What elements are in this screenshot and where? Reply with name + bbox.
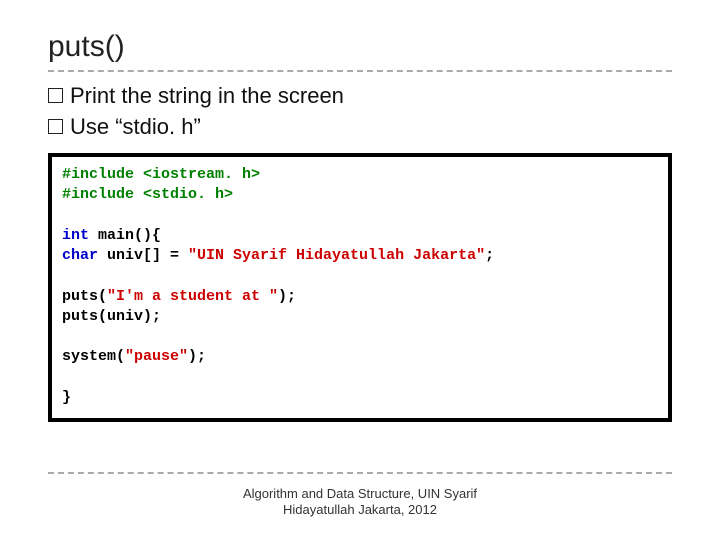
footer: Algorithm and Data Structure, UIN Syarif… [0,486,720,519]
bullet-list: Print the string in the screen Use “stdi… [48,82,672,141]
code-preproc: #include [62,166,143,183]
title-divider [48,70,672,72]
slide-title: puts() [48,30,672,64]
footer-divider [48,472,672,474]
code-text: univ[] = [98,247,188,264]
code-text: main(){ [89,227,161,244]
code-keyword: char [62,247,98,264]
code-blank-line [62,368,658,388]
code-line: } [62,388,658,408]
code-keyword: int [62,227,89,244]
code-line: puts("I'm a student at "); [62,287,658,307]
code-line: puts(univ); [62,307,658,327]
bullet-item: Print the string in the screen [48,82,672,111]
code-line: #include <iostream. h> [62,165,658,185]
footer-line: Hidayatullah Jakarta, 2012 [0,502,720,518]
code-header: <iostream. h> [143,166,260,183]
code-blank-line [62,266,658,286]
code-text: puts(univ); [62,308,161,325]
code-header: <stdio. h> [143,186,233,203]
bullet-text: Use “stdio. h” [70,113,201,142]
code-text: } [62,389,71,406]
code-preproc: #include [62,186,143,203]
square-bullet-icon [48,119,63,134]
code-block: #include <iostream. h> #include <stdio. … [48,153,672,422]
footer-line: Algorithm and Data Structure, UIN Syarif [0,486,720,502]
code-text: puts( [62,288,107,305]
code-blank-line [62,327,658,347]
code-blank-line [62,206,658,226]
square-bullet-icon [48,88,63,103]
code-string: "I'm a student at " [107,288,278,305]
code-string: "UIN Syarif Hidayatullah Jakarta" [188,247,485,264]
code-string: "pause" [125,348,188,365]
code-text: system( [62,348,125,365]
code-text: ); [188,348,206,365]
code-line: int main(){ [62,226,658,246]
slide: puts() Print the string in the screen Us… [0,0,720,540]
bullet-item: Use “stdio. h” [48,113,672,142]
code-text: ); [278,288,296,305]
code-line: #include <stdio. h> [62,185,658,205]
bullet-text: Print the string in the screen [70,82,344,111]
code-line: system("pause"); [62,347,658,367]
code-text: ; [485,247,494,264]
code-line: char univ[] = "UIN Syarif Hidayatullah J… [62,246,658,266]
